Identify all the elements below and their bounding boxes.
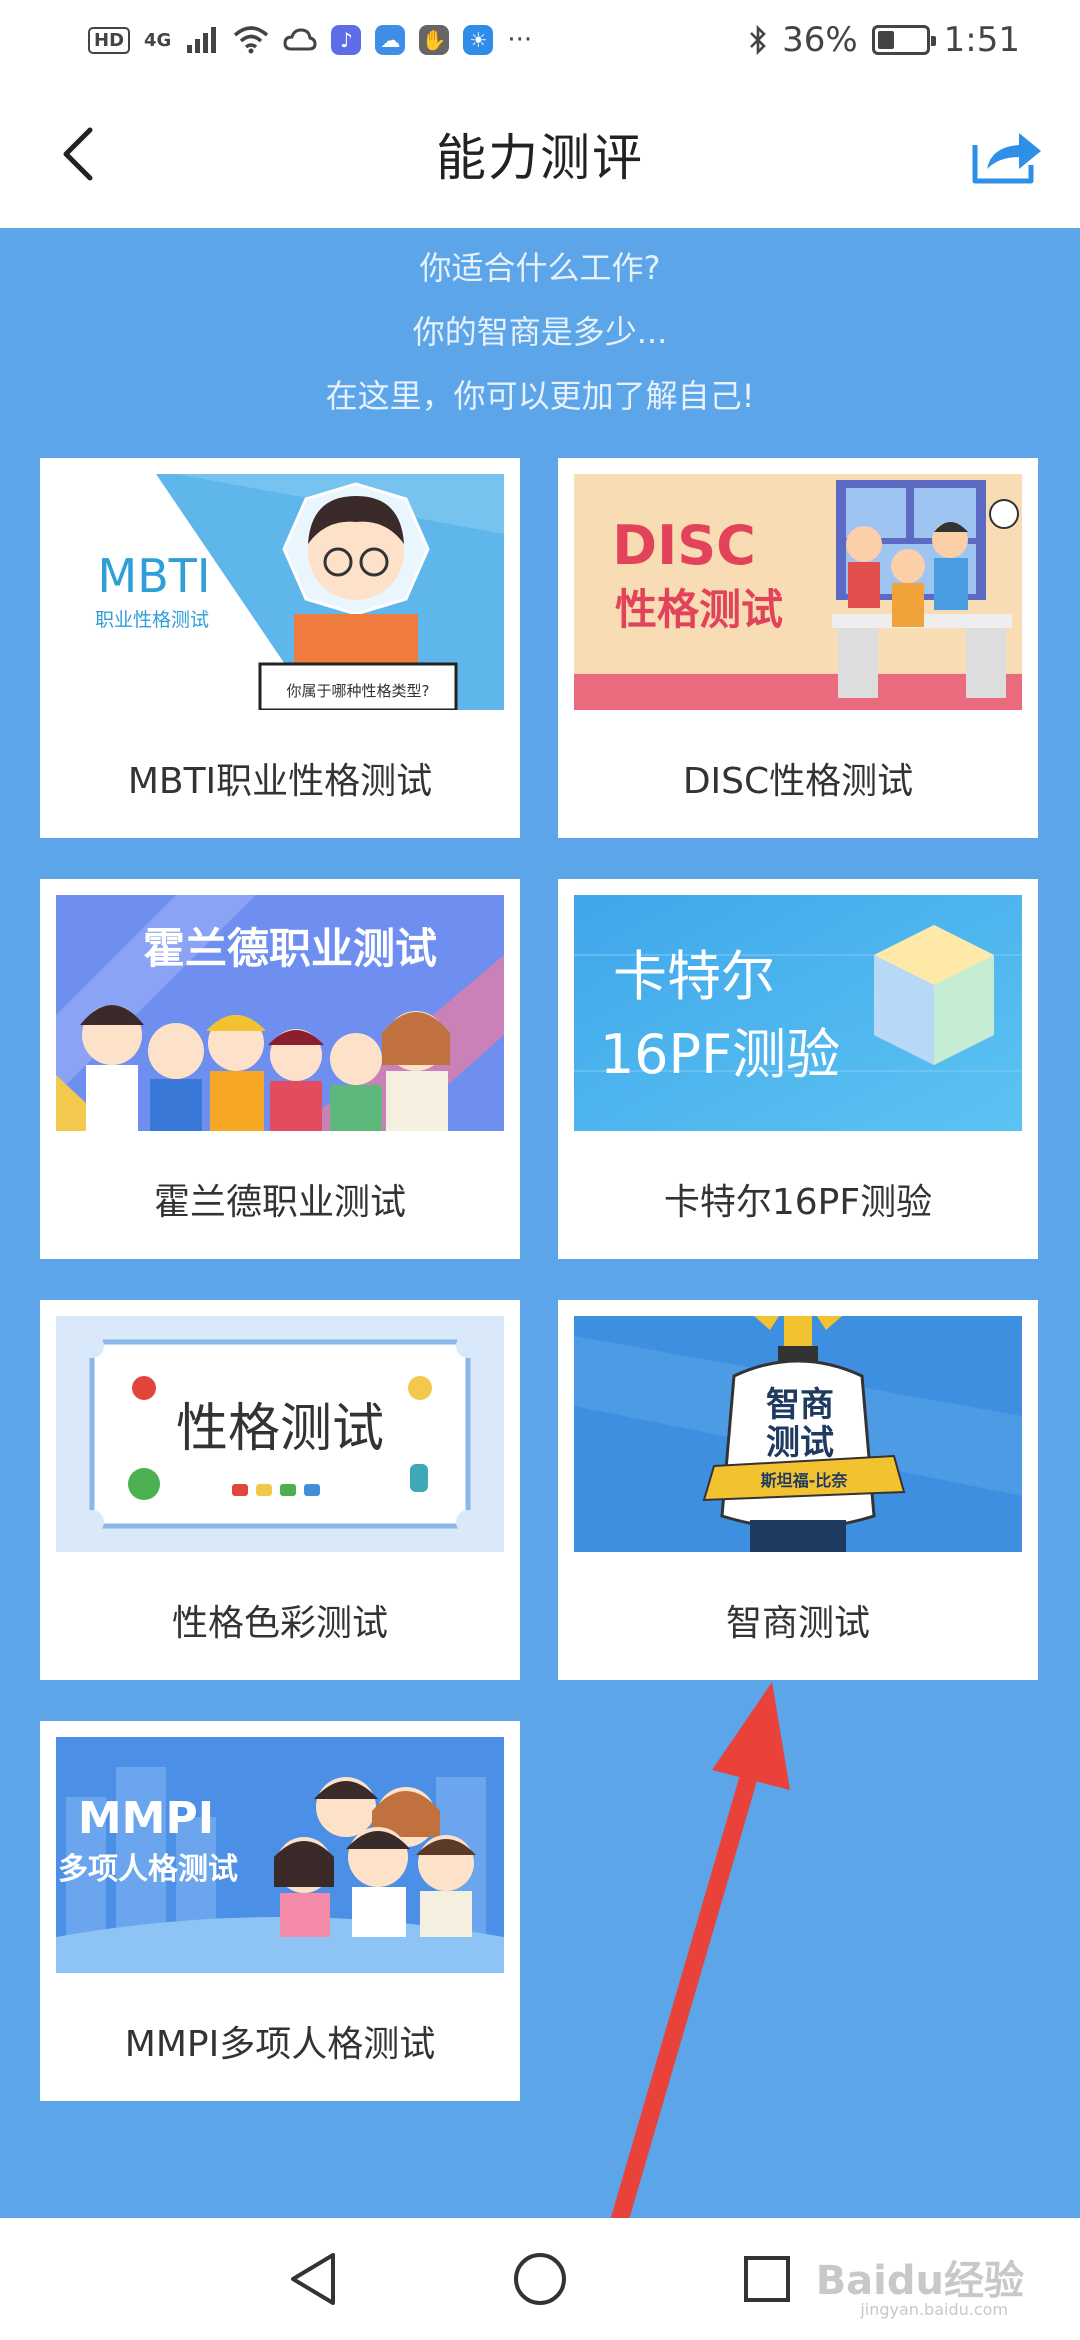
test-card-mbti[interactable]: 你属于哪种性格类型? MBTI 职业性格测试 MBTI职业性格测试 — [40, 458, 520, 838]
iq-title: 智商 — [766, 1385, 834, 1425]
more-icon: ··· — [507, 25, 533, 55]
network-label: 4G — [144, 29, 172, 51]
nav-home-button[interactable] — [500, 2239, 580, 2319]
card-label: MMPI多项人格测试 — [124, 2024, 436, 2065]
nav-back-button[interactable] — [273, 2239, 353, 2319]
app-header: 能力测评 — [0, 80, 1080, 228]
color-title: 性格测试 — [176, 1399, 384, 1459]
status-bar: HD 4G ♪ ☁ ✋ ☀ ··· 36% 1:51 — [0, 0, 1080, 80]
weather-icon: ☀ — [463, 25, 494, 55]
16pf-banner: 卡特尔 16PF测验 — [574, 895, 1022, 1131]
iq-banner: 智商 测试 斯坦福-比奈 — [574, 1316, 1022, 1552]
test-card-mmpi[interactable]: MMPI 多项人格测试 MMPI多项人格测试 — [40, 1721, 520, 2101]
card-label: 霍兰德职业测试 — [153, 1182, 406, 1223]
card-label: 智商测试 — [725, 1603, 870, 1644]
battery-fill — [877, 31, 895, 49]
intro-line-1: 你适合什么工作? — [419, 249, 661, 287]
holland-illustration: 霍兰德职业测试 — [56, 895, 504, 1131]
card-label: 性格色彩测试 — [171, 1603, 388, 1644]
test-card-color[interactable]: 性格测试 性格色彩测试 — [40, 1300, 520, 1680]
mbti-illustration: 你属于哪种性格类型? MBTI 职业性格测试 — [95, 474, 504, 710]
cloud-icon — [283, 28, 317, 51]
nav-recent-button[interactable] — [727, 2239, 807, 2319]
back-button[interactable] — [38, 114, 118, 194]
color-banner: 性格测试 — [56, 1316, 504, 1552]
iq-caption: 斯坦福-比奈 — [761, 1471, 849, 1490]
triangle-back-icon — [291, 2253, 336, 2305]
wifi-icon — [234, 26, 269, 54]
intro-line-2: 你的智商是多少... — [412, 313, 668, 351]
intro-line-3: 在这里，你可以更加了解自己! — [325, 377, 755, 415]
holland-title: 霍兰德职业测试 — [143, 924, 437, 973]
mbti-subtitle: 职业性格测试 — [95, 609, 209, 631]
clock: 1:51 — [943, 20, 1020, 60]
test-card-holland[interactable]: 霍兰德职业测试 霍兰德职业测试 — [40, 879, 520, 1259]
16pf-title: 卡特尔 — [613, 945, 775, 1008]
16pf-illustration: 卡特尔 16PF测验 — [574, 895, 1022, 1131]
share-button[interactable] — [962, 110, 1052, 200]
mbti-title: MBTI — [98, 549, 211, 603]
mmpi-illustration: MMPI 多项人格测试 — [56, 1737, 504, 1973]
color-illustration: 性格测试 — [56, 1316, 504, 1552]
battery-percent: 36% — [782, 20, 858, 60]
status-right: 36% 1:51 — [748, 20, 1020, 60]
16pf-subtitle: 16PF测验 — [600, 1023, 840, 1086]
disc-subtitle: 性格测试 — [615, 585, 783, 634]
iq-subtitle: 测试 — [766, 1423, 834, 1463]
mmpi-subtitle: 多项人格测试 — [58, 1852, 238, 1887]
battery-icon — [871, 25, 936, 55]
signal-icon — [187, 27, 217, 53]
watermark-url: jingyan.baidu.com — [860, 2300, 1008, 2319]
disc-illustration: DISC 性格测试 — [574, 474, 1022, 710]
mmpi-title: MMPI — [78, 1793, 214, 1844]
card-label: MBTI职业性格测试 — [127, 761, 433, 802]
music-icon: ♪ — [331, 25, 362, 55]
mbti-caption: 你属于哪种性格类型? — [287, 682, 430, 700]
hd-badge: HD — [88, 26, 131, 54]
cloud-app-icon: ☁ — [375, 25, 406, 55]
mbti-banner: 你属于哪种性格类型? MBTI 职业性格测试 — [56, 474, 504, 710]
disc-banner: DISC 性格测试 — [574, 474, 1022, 710]
bluetooth-icon — [750, 24, 766, 56]
status-left: HD 4G ♪ ☁ ✋ ☀ ··· — [88, 25, 532, 55]
share-icon — [972, 133, 1041, 184]
test-card-disc[interactable]: DISC 性格测试 DISC性格测试 — [558, 458, 1038, 838]
card-label: DISC性格测试 — [682, 761, 914, 802]
iq-illustration: 智商 测试 斯坦福-比奈 — [574, 1316, 1022, 1552]
card-label: 卡特尔16PF测验 — [663, 1182, 933, 1223]
disc-title: DISC — [612, 514, 755, 577]
square-recent-icon — [743, 2256, 790, 2302]
circle-home-icon — [513, 2253, 566, 2305]
watermark: Baidu经验 — [815, 2258, 1024, 2304]
test-card-16pf[interactable]: 卡特尔 16PF测验 卡特尔16PF测验 — [558, 879, 1038, 1259]
test-card-iq[interactable]: 智商 测试 斯坦福-比奈 智商测试 — [558, 1300, 1038, 1680]
chevron-left-icon — [63, 127, 93, 181]
intro-text: 你适合什么工作? 你的智商是多少... 在这里，你可以更加了解自己! — [0, 236, 1080, 428]
holland-banner: 霍兰德职业测试 — [56, 895, 504, 1131]
hand-icon: ✋ — [419, 25, 450, 55]
page-title: 能力测评 — [436, 129, 644, 187]
mmpi-banner: MMPI 多项人格测试 — [56, 1737, 504, 1973]
